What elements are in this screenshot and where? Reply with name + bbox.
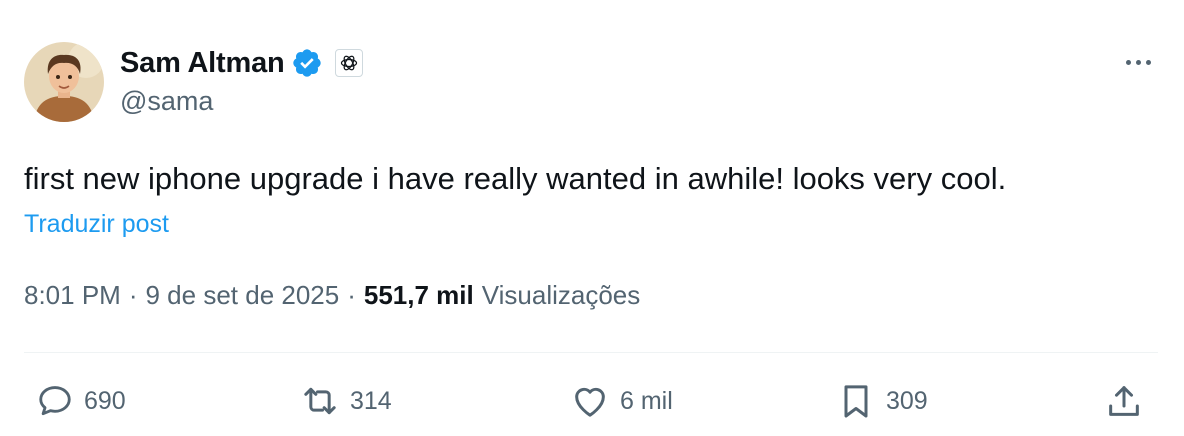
views-label[interactable]: Visualizações [482,280,641,311]
bookmark-count: 309 [886,386,928,415]
more-options-button[interactable] [1118,46,1158,78]
repost-count: 314 [350,386,392,415]
repost-icon [300,381,340,421]
handle[interactable]: @sama [120,86,213,117]
display-name[interactable]: Sam Altman [120,47,285,80]
bookmark-icon [836,381,876,421]
meta-separator: · [128,280,138,310]
post-date[interactable]: 9 de set de 2025 [146,280,340,311]
bookmark-button[interactable]: 309 [836,372,928,430]
like-button[interactable]: 6 mil [570,372,673,430]
openai-logo-icon[interactable] [334,49,363,77]
post-text: first new iphone upgrade i have really w… [24,161,1007,196]
views-count[interactable]: 551,7 mil [364,280,474,311]
tweet: Sam Altman @sama first new iphone upgrad… [0,0,1184,436]
action-bar: 690 314 6 mil 309 [24,372,1160,430]
reply-count: 690 [84,386,126,415]
author-name-row: Sam Altman [120,44,363,82]
reply-icon [36,382,74,420]
share-icon [1104,381,1144,421]
repost-button[interactable]: 314 [300,372,392,430]
post-meta: 8:01 PM · 9 de set de 2025 · 551,7 mil V… [24,280,640,311]
reply-button[interactable]: 690 [36,372,126,430]
verified-badge-icon[interactable] [291,47,323,79]
meta-separator: · [347,280,356,310]
divider [24,352,1158,353]
heart-icon [570,381,610,421]
translate-post-link[interactable]: Traduzir post [24,210,169,239]
share-button[interactable] [1104,372,1144,430]
like-count: 6 mil [620,386,673,415]
more-dot-icon [1145,59,1151,65]
avatar[interactable] [24,42,104,122]
more-dot-icon [1125,59,1131,65]
post-time[interactable]: 8:01 PM [24,280,121,311]
more-dot-icon [1135,59,1141,65]
